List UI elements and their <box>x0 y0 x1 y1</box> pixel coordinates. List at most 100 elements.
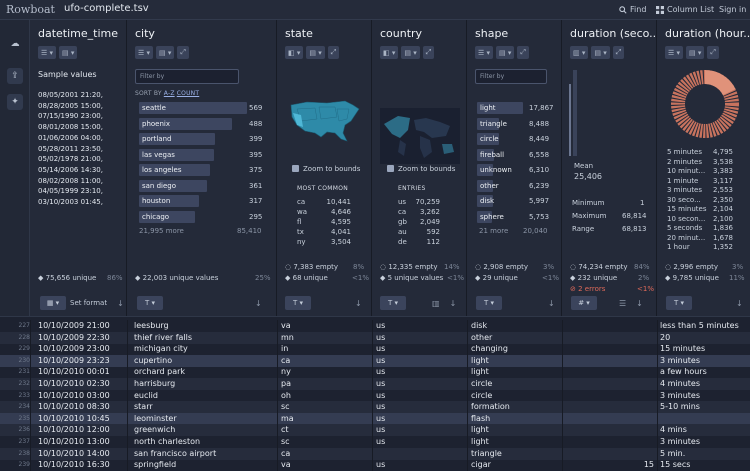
cell-state[interactable]: ca <box>281 449 369 458</box>
cell-shape[interactable]: light <box>471 425 559 434</box>
cell-dhr[interactable]: 4 minutes <box>660 379 750 388</box>
sort-arrow-icon[interactable]: ↓ <box>450 299 457 308</box>
cell-dhr[interactable]: 5-10 mins <box>660 402 750 411</box>
cell-state[interactable]: ct <box>281 425 369 434</box>
cell-state[interactable]: oh <box>281 391 369 400</box>
checkbox-icon[interactable] <box>292 165 299 172</box>
cell-state[interactable]: va <box>281 460 369 469</box>
bar-row[interactable]: circle 8,449 <box>477 133 559 145</box>
cell-dt[interactable]: 10/10/2010 12:00 <box>38 425 126 434</box>
column-name[interactable]: state <box>285 27 313 40</box>
histogram-type-button[interactable]: ▥ ▾ <box>570 46 589 59</box>
zoom-to-bounds[interactable]: Zoom to bounds <box>387 165 455 173</box>
filter-input[interactable]: Filter by <box>475 69 547 84</box>
histogram-bar[interactable] <box>573 70 577 156</box>
bar-row[interactable]: seattle 569 <box>139 102 279 114</box>
cell-state[interactable]: sc <box>281 437 369 446</box>
column-name[interactable]: country <box>380 27 422 40</box>
table-row[interactable]: 239 10/10/2010 16:30 springfield va us cigar 1… <box>0 459 750 471</box>
cell-dhr[interactable]: 15 minutes <box>660 344 750 353</box>
cell-country[interactable]: us <box>376 367 464 376</box>
cell-city[interactable]: thief river falls <box>134 333 274 342</box>
cell-dhr[interactable]: less than 5 minutes <box>660 321 750 330</box>
view-menu-button[interactable]: ▤ ▾ <box>496 46 515 59</box>
date-type-button[interactable]: ▦ ▾ <box>40 296 66 310</box>
expand-icon[interactable]: ⤢ <box>177 46 189 59</box>
expand-icon[interactable]: ⤢ <box>422 46 435 59</box>
map-type-button[interactable]: ◧ ▾ <box>380 46 399 59</box>
cell-dhr[interactable]: 5 min. <box>660 449 750 458</box>
column-name[interactable]: shape <box>475 27 508 40</box>
error-stat[interactable]: ⊘ 2 errors <box>570 285 605 293</box>
text-type-button[interactable]: T ▾ <box>285 296 311 310</box>
cell-dhr[interactable]: 15 secs <box>660 460 750 469</box>
table-row[interactable]: 228 10/10/2009 22:30 thief river falls mn us… <box>0 331 750 344</box>
bar-row[interactable]: triangle 8,488 <box>477 117 559 130</box>
cell-state[interactable]: ca <box>281 356 369 365</box>
cell-dt[interactable]: 10/10/2010 08:30 <box>38 402 126 411</box>
sort-arrow-icon[interactable]: ↓ <box>355 299 362 308</box>
table-row[interactable]: 232 10/10/2010 02:30 harrisburg pa us circle 4… <box>0 378 750 390</box>
cell-country[interactable]: us <box>376 460 464 469</box>
cell-shape[interactable]: disk <box>471 321 559 330</box>
table-row[interactable]: 231 10/10/2010 00:01 orchard park ny us light… <box>0 366 750 378</box>
cell-shape[interactable]: changing <box>471 344 559 353</box>
cell-dt[interactable]: 10/10/2010 16:30 <box>38 460 126 469</box>
expand-icon[interactable]: ⤢ <box>707 46 719 59</box>
type-menu-button[interactable]: ☰ ▾ <box>475 46 494 59</box>
cell-dt[interactable]: 10/10/2010 10:45 <box>38 414 126 423</box>
cell-dt[interactable]: 10/10/2010 02:30 <box>38 379 126 388</box>
cell-country[interactable]: us <box>376 391 464 400</box>
cell-city[interactable]: leesburg <box>134 321 274 330</box>
cell-shape[interactable]: light <box>471 356 559 365</box>
cell-shape[interactable]: formation <box>471 402 559 411</box>
cell-dt[interactable]: 10/10/2010 14:00 <box>38 449 126 458</box>
bar-row[interactable]: las vegas 395 <box>139 148 279 161</box>
column-name[interactable]: duration (seco... <box>570 27 656 40</box>
table-row[interactable]: 229 10/10/2009 23:00 michigan city in us chan… <box>0 343 750 355</box>
bar-row[interactable]: chicago 295 <box>139 210 279 223</box>
sort-arrow-icon[interactable]: ↓ <box>636 299 643 308</box>
cell-city[interactable]: cupertino <box>134 356 274 365</box>
view-menu-button[interactable]: ▤ ▾ <box>306 46 325 59</box>
cell-shape[interactable]: circle <box>471 391 559 400</box>
bar-row[interactable]: unknown 6,310 <box>477 164 559 176</box>
map-type-button[interactable]: ◧ ▾ <box>285 46 304 59</box>
bar-row[interactable]: san diego 361 <box>139 179 279 192</box>
sort-az-link[interactable]: A-Z <box>164 90 175 97</box>
cell-state[interactable]: ny <box>281 367 369 376</box>
cell-dt[interactable]: 10/10/2010 03:00 <box>38 391 126 400</box>
cell-city[interactable]: greenwich <box>134 425 274 434</box>
bar-row[interactable]: los angeles 375 <box>139 164 279 176</box>
bar-row[interactable]: light 17,867 <box>477 102 559 114</box>
cell-dhr[interactable]: 3 minutes <box>660 356 750 365</box>
more-label[interactable]: 21,995 more <box>139 227 184 235</box>
sort-arrow-icon[interactable]: ↓ <box>255 299 262 308</box>
zoom-to-bounds[interactable]: Zoom to bounds <box>292 165 360 173</box>
cell-dhr[interactable]: 3 minutes <box>660 391 750 400</box>
cell-dhr[interactable]: 20 <box>660 333 750 342</box>
more-label[interactable]: 21 more <box>479 227 508 235</box>
table-row[interactable]: 236 10/10/2010 12:00 greenwich ct us light 4 m… <box>0 424 750 437</box>
world-map[interactable] <box>380 108 460 164</box>
cell-state[interactable]: sc <box>281 402 369 411</box>
cell-city[interactable]: orchard park <box>134 367 274 376</box>
view-menu-button[interactable]: ▤ ▾ <box>401 46 420 59</box>
cell-dt[interactable]: 10/10/2010 13:00 <box>38 437 126 446</box>
number-type-button[interactable]: # ▾ <box>571 296 597 310</box>
cell-shape[interactable]: light <box>471 367 559 376</box>
bar-row[interactable]: fireball 6,558 <box>477 148 559 161</box>
cell-country[interactable]: us <box>376 321 464 330</box>
table-row[interactable]: 233 10/10/2010 03:00 euclid oh us circle 3 min… <box>0 390 750 402</box>
cell-city[interactable]: euclid <box>134 391 274 400</box>
expand-icon[interactable]: ⤢ <box>612 46 625 59</box>
sign-in-link[interactable]: Sign in <box>719 5 746 14</box>
column-name[interactable]: duration (hour... <box>665 27 750 40</box>
list-icon[interactable]: ☰ <box>619 299 626 308</box>
cell-dhr[interactable]: a few hours <box>660 367 750 376</box>
type-menu-button[interactable]: ☰ ▾ <box>38 46 57 59</box>
table-row[interactable]: 227 10/10/2009 21:00 leesburg va us disk less … <box>0 320 750 332</box>
text-type-button[interactable]: T ▾ <box>137 296 163 310</box>
cell-country[interactable]: us <box>376 425 464 434</box>
text-type-button[interactable]: T ▾ <box>666 296 692 310</box>
